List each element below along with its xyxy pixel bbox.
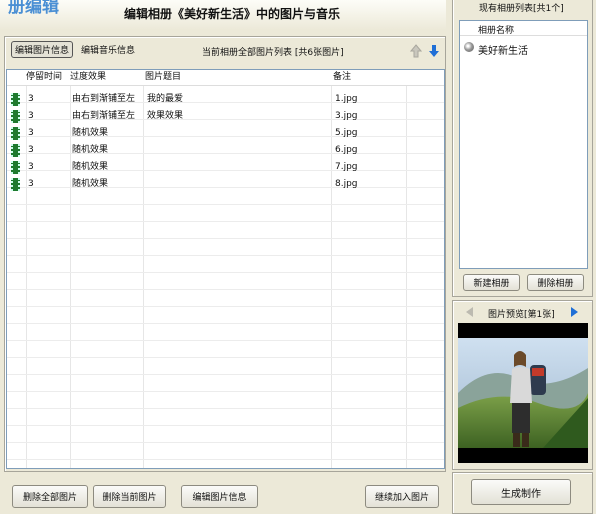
logo-text: 册编辑 bbox=[8, 0, 59, 17]
row-time: 3 bbox=[28, 145, 34, 155]
row-note: 6.jpg bbox=[335, 145, 358, 155]
page-title: 编辑相册《美好新生活》中的图片与音乐 bbox=[124, 7, 341, 21]
row-time: 3 bbox=[28, 111, 34, 121]
col-header-title: 图片题目 bbox=[145, 72, 182, 82]
edit-photo-info-button[interactable]: 编辑图片信息 bbox=[181, 485, 258, 508]
row-effect: 随机效果 bbox=[72, 179, 109, 189]
col-header-effect: 过度效果 bbox=[70, 72, 107, 82]
next-photo-arrow-icon[interactable] bbox=[570, 306, 579, 321]
row-time: 3 bbox=[28, 128, 34, 138]
film-icon bbox=[11, 144, 20, 157]
film-icon bbox=[11, 127, 20, 140]
generate-button[interactable]: 生成制作 bbox=[471, 479, 571, 505]
row-note: 7.jpg bbox=[335, 162, 358, 172]
photo-preview-image bbox=[458, 323, 588, 463]
row-note: 1.jpg bbox=[335, 94, 358, 104]
tab-edit-photo-info[interactable]: 编辑图片信息 bbox=[11, 41, 73, 58]
prev-photo-arrow-icon[interactable] bbox=[465, 306, 474, 321]
col-header-note: 备注 bbox=[333, 72, 352, 82]
header-bar: 册编辑 编辑相册《美好新生活》中的图片与音乐 bbox=[0, 0, 446, 30]
row-time: 3 bbox=[28, 162, 34, 172]
row-effect: 随机效果 bbox=[72, 128, 109, 138]
tab-edit-music-info[interactable]: 编辑音乐信息 bbox=[77, 41, 139, 58]
delete-current-photo-button[interactable]: 删除当前图片 bbox=[93, 485, 166, 508]
table-row[interactable]: 3 随机效果 5.jpg bbox=[7, 125, 444, 142]
album-list[interactable]: 相册名称 美好新生活 bbox=[459, 20, 588, 269]
move-up-arrow-icon[interactable] bbox=[409, 44, 423, 61]
row-note: 8.jpg bbox=[335, 179, 358, 189]
continue-add-photos-button[interactable]: 继续加入图片 bbox=[365, 485, 439, 508]
row-title: 我的最爱 bbox=[147, 94, 184, 104]
row-effect: 由右到渐铺至左 bbox=[72, 94, 136, 104]
film-icon bbox=[11, 110, 20, 123]
album-disc-icon bbox=[464, 42, 474, 52]
album-column-header: 相册名称 bbox=[478, 26, 515, 36]
film-icon bbox=[11, 178, 20, 191]
table-row[interactable]: 3 由右到渐铺至左 我的最爱 1.jpg bbox=[7, 91, 444, 108]
col-header-time: 停留时间 bbox=[26, 72, 63, 82]
delete-all-photos-button[interactable]: 删除全部图片 bbox=[12, 485, 88, 508]
row-effect: 随机效果 bbox=[72, 162, 109, 172]
preview-label: 图片预览[第1张] bbox=[488, 310, 555, 320]
row-effect: 随机效果 bbox=[72, 145, 109, 155]
table-row[interactable]: 3 随机效果 7.jpg bbox=[7, 159, 444, 176]
row-effect: 由右到渐铺至左 bbox=[72, 111, 136, 121]
new-album-button[interactable]: 新建相册 bbox=[463, 274, 520, 291]
row-time: 3 bbox=[28, 94, 34, 104]
film-icon bbox=[11, 93, 20, 106]
list-item[interactable]: 美好新生活 bbox=[463, 41, 583, 57]
row-time: 3 bbox=[28, 179, 34, 189]
table-row[interactable]: 3 由右到渐铺至左 效果效果 3.jpg bbox=[7, 108, 444, 125]
row-title: 效果效果 bbox=[147, 111, 184, 121]
row-note: 5.jpg bbox=[335, 128, 358, 138]
photo-grid[interactable]: 停留时间 过度效果 图片题目 备注 3 由右到渐铺至左 我的最爱 1.jpg 3… bbox=[6, 69, 445, 469]
grid-header: 停留时间 过度效果 图片题目 备注 bbox=[7, 70, 444, 86]
delete-album-button[interactable]: 删除相册 bbox=[527, 274, 584, 291]
move-down-arrow-icon[interactable] bbox=[428, 44, 440, 61]
film-icon bbox=[11, 161, 20, 174]
table-row[interactable]: 3 随机效果 8.jpg bbox=[7, 176, 444, 193]
album-name: 美好新生活 bbox=[478, 46, 528, 57]
row-note: 3.jpg bbox=[335, 111, 358, 121]
photo-list-caption: 当前相册全部图片列表 [共6张图片] bbox=[202, 48, 344, 58]
table-row[interactable]: 3 随机效果 6.jpg bbox=[7, 142, 444, 159]
album-list-title: 现有相册列表[共1个] bbox=[479, 4, 564, 14]
